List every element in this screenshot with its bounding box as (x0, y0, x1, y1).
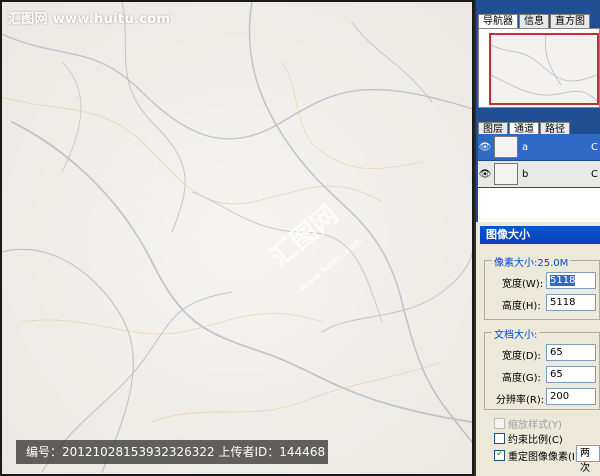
constrain-label: 约束比例(C) (508, 435, 563, 446)
channels-list-empty-area (478, 188, 600, 222)
channel-row-a[interactable]: 👁 a C (478, 134, 600, 160)
tab-info[interactable]: 信息 (519, 14, 549, 28)
image-size-dialog: 图像大小 像素大小:25.0M 宽度(W): 5118 高度(H): 5118 … (476, 222, 600, 476)
navigator-panel: 导航器 信息 直方图 (476, 0, 600, 110)
height-label: 高度(H): (502, 301, 541, 312)
channel-shortcut: C (591, 141, 598, 153)
channel-row-b[interactable]: 👁 b C (478, 161, 600, 187)
navigator-view-box[interactable] (489, 33, 599, 105)
document-canvas[interactable]: 汇图网 www.huitu.com 汇图网 www.huitu.com 编号：2… (0, 0, 474, 476)
document-size-label: 文档大小: (492, 326, 540, 341)
doc-height-label: 高度(G): (502, 373, 541, 384)
resample-label: 重定图像像素(I): (508, 452, 583, 463)
resample-method-select[interactable]: 两次 (576, 445, 600, 474)
checkbox-icon (494, 433, 505, 444)
checkbox-checked-icon (494, 448, 505, 461)
doc-width-label: 宽度(D): (502, 351, 541, 362)
scale-styles-label: 缩放样式(Y) (508, 420, 562, 431)
doc-width-input[interactable]: 65 (546, 344, 596, 361)
resolution-label: 分辨率(R): (496, 395, 545, 406)
pixel-dimensions-label: 像素大小:25.0M (492, 254, 571, 269)
dialog-title[interactable]: 图像大小 (480, 226, 600, 244)
channel-name: a (522, 141, 529, 153)
navigator-tabs: 导航器 信息 直方图 (478, 14, 591, 28)
eye-icon[interactable]: 👁 (478, 142, 492, 153)
constrain-proportions-checkbox[interactable]: 约束比例(C) (494, 431, 563, 446)
watermark-top: 汇图网 www.huitu.com (8, 12, 171, 27)
eye-icon[interactable]: 👁 (478, 169, 492, 180)
tab-histogram[interactable]: 直方图 (550, 14, 590, 28)
right-panel-dock: 导航器 信息 直方图 图层 通道 路径 👁 a C 👁 b C 图像大小 像素大… (476, 0, 600, 476)
pixel-width-input[interactable]: 5118 (546, 272, 596, 289)
scale-styles-checkbox[interactable]: 缩放样式(Y) (494, 416, 562, 431)
checkbox-icon (494, 418, 505, 429)
channel-thumbnail (494, 163, 518, 185)
channel-name: b (522, 168, 529, 180)
channel-shortcut: C (591, 168, 598, 180)
resolution-input[interactable]: 200 (546, 388, 596, 405)
marble-texture (2, 2, 472, 474)
pixel-height-input[interactable]: 5118 (546, 294, 596, 311)
resample-checkbox[interactable]: 重定图像像素(I): (494, 448, 582, 463)
channel-thumbnail (494, 136, 518, 158)
width-label: 宽度(W): (502, 279, 544, 290)
tab-navigator[interactable]: 导航器 (478, 14, 518, 28)
channels-panel: 图层 通道 路径 👁 a C 👁 b C (476, 110, 600, 222)
image-info-bar: 编号：20121028153932326322 上传者ID：144468 (16, 440, 328, 464)
navigator-preview (478, 28, 600, 108)
doc-height-input[interactable]: 65 (546, 366, 596, 383)
